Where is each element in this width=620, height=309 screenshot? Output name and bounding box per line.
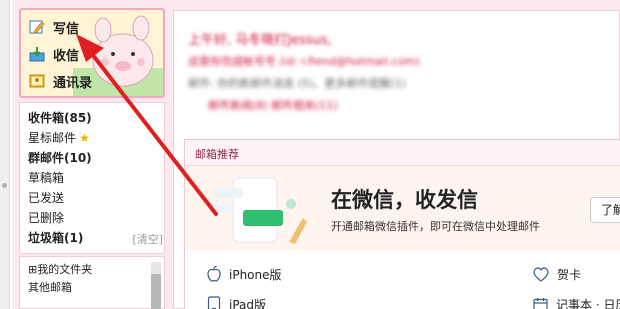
folder-starred-label: 星标邮件	[28, 131, 77, 145]
write-mail-label: 写信	[53, 21, 80, 37]
calendar-icon	[533, 297, 548, 309]
folder-deleted-label: 已删除	[28, 211, 65, 225]
phone-illustration-icon	[209, 177, 307, 244]
app-ipad-link[interactable]: iPad版	[207, 294, 266, 309]
write-mail-button[interactable]: 写信	[29, 16, 79, 38]
sidebar-scrollbar[interactable]	[151, 262, 161, 309]
folder-drafts[interactable]: 草稿箱	[28, 169, 64, 187]
tablet-icon	[207, 296, 221, 309]
folder-group-mail[interactable]: 群邮件(10)	[28, 149, 92, 167]
folder-spam[interactable]: 垃圾箱(1)	[28, 229, 83, 247]
other-mailboxes-link[interactable]: 其他邮箱	[28, 279, 72, 297]
recommend-card-header: 邮箱推荐	[185, 140, 620, 166]
app-iphone-label: iPhone版	[229, 267, 282, 282]
folder-deleted[interactable]: 已删除	[28, 209, 64, 227]
pencil-note-icon	[29, 20, 45, 34]
main-content: 上午好, 马冬晓打Jessus, 这是你完成帐号号 (id: r.fiend@h…	[173, 10, 620, 309]
app-greeting-card-link[interactable]: 贺卡	[533, 264, 581, 284]
recommend-card: 邮箱推荐 在微信，收发信 开通邮箱微信插件，即可在微信中处理邮件 了解 iPho…	[184, 139, 620, 309]
receive-mail-button[interactable]: 收信	[29, 43, 79, 65]
greeting-text: 上午好, 马冬晓打Jessus,	[188, 33, 332, 48]
contacts-button[interactable]: 通讯录	[29, 70, 92, 92]
wechat-banner[interactable]: 在微信，收发信 开通邮箱微信插件，即可在微信中处理邮件 了解	[185, 166, 620, 250]
folder-spam-label: 垃圾箱(1)	[28, 231, 84, 245]
app-ipad-label: iPad版	[229, 297, 267, 309]
folder-inbox[interactable]: 收件箱(85)	[28, 109, 92, 127]
app-greeting-card-label: 贺卡	[557, 267, 582, 282]
extra-folder-list: ⊞我的文件夹 其他邮箱	[19, 256, 165, 309]
mail-links-line[interactable]: 邮件新闻(8) 邮件相关(11)	[208, 97, 338, 113]
address-book-icon	[29, 74, 45, 88]
learn-more-button[interactable]: 了解	[590, 197, 620, 223]
window-edge-strip	[0, 0, 10, 309]
banner-title: 在微信，收发信	[331, 188, 478, 212]
receive-mail-label: 收信	[53, 48, 80, 64]
sidebar: 写信 收信 通讯录 收件箱(85) 星标邮件 ★ 群邮件(10) 草稿箱 已发送 …	[13, 0, 171, 309]
contacts-label: 通讯录	[53, 75, 93, 91]
banner-subtitle: 开通邮箱微信插件，即可在微信中处理邮件	[331, 220, 540, 233]
folder-sent[interactable]: 已发送	[28, 189, 64, 207]
app-notes-calendar-label: 记事本 · 日历	[556, 297, 620, 309]
folder-drafts-label: 草稿箱	[28, 171, 65, 185]
folder-group-mail-label: 群邮件(10)	[28, 151, 92, 165]
folder-sent-label: 已发送	[28, 191, 65, 205]
apple-icon	[207, 266, 221, 282]
app-notes-calendar-link[interactable]: 记事本 · 日历	[533, 294, 620, 309]
sidebar-scroll-thumb[interactable]	[151, 274, 161, 309]
main-area: 上午好, 马冬晓打Jessus, 这是你完成帐号号 (id: r.fiend@h…	[171, 0, 620, 309]
inbox-tray-icon	[29, 47, 45, 62]
heart-icon	[533, 266, 549, 282]
account-line: 这是你完成帐号号 (id: r.fiend@hotmail.com)	[188, 55, 420, 68]
star-icon: ★	[79, 131, 90, 145]
my-folders-toggle[interactable]: ⊞我的文件夹	[28, 261, 92, 279]
folder-starred[interactable]: 星标邮件 ★	[28, 129, 90, 147]
mail-info-line: 邮件: 你的新邮件消息 (5)，更多邮件提醒(1)	[188, 77, 406, 90]
folder-inbox-label: 收件箱(85)	[28, 111, 92, 125]
recommend-title: 邮箱推荐	[195, 148, 239, 161]
collapse-handle-icon[interactable]	[2, 183, 7, 188]
clear-spam-link[interactable]: [清空]	[132, 231, 163, 247]
compose-panel: 写信 收信 通讯录	[19, 8, 165, 98]
app-iphone-link[interactable]: iPhone版	[207, 264, 282, 284]
